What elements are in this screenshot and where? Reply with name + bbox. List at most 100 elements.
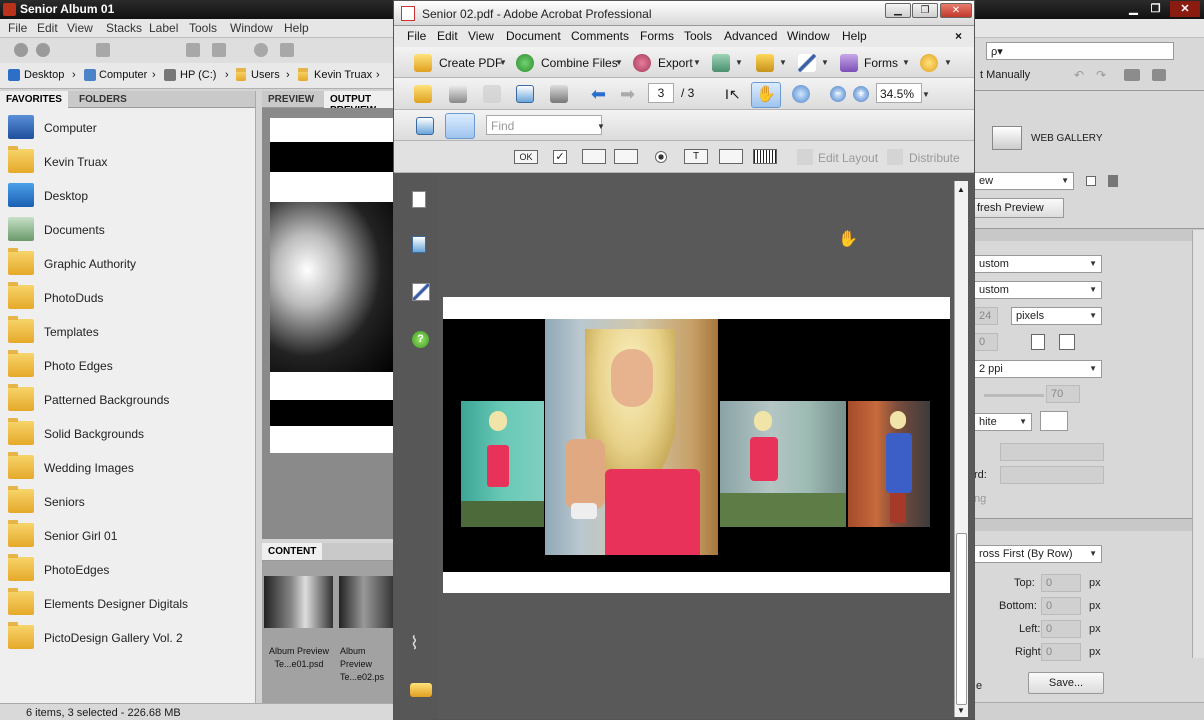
signatures-icon[interactable]	[412, 283, 430, 301]
refine-icon[interactable]	[212, 43, 226, 57]
bridge-menu-edit[interactable]: Edit	[37, 21, 58, 35]
menu-edit[interactable]: Edit	[437, 29, 458, 43]
forms-button[interactable]: Forms	[864, 56, 898, 70]
breadcrumb-desktop[interactable]: Desktop	[24, 69, 64, 81]
print-icon[interactable]	[449, 85, 467, 103]
chevron-down-icon[interactable]: ▼	[902, 58, 910, 67]
bridge-menu-window[interactable]: Window	[230, 21, 273, 35]
bridge-menu-tools[interactable]: Tools	[189, 21, 217, 35]
favorite-item-solid-backgrounds[interactable]: Solid Backgrounds	[8, 418, 248, 449]
scroll-up-icon[interactable]: ▲	[957, 185, 965, 194]
close-icon[interactable]: ✕	[940, 3, 972, 18]
width-field[interactable]: 24	[974, 307, 998, 325]
camera-icon[interactable]	[186, 43, 200, 57]
chevron-down-icon[interactable]: ▼	[499, 58, 507, 67]
delete-style-icon[interactable]	[1108, 175, 1118, 187]
favorite-item-documents[interactable]: Documents	[8, 215, 248, 245]
landscape-icon[interactable]	[1059, 334, 1075, 350]
tab-output-preview[interactable]: OUTPUT PREVIEW	[324, 91, 394, 116]
sign-pen-icon[interactable]	[798, 54, 816, 72]
chevron-down-icon[interactable]: ▼	[944, 58, 952, 67]
delete-icon[interactable]	[1152, 69, 1166, 81]
favorite-item-photoedges[interactable]: PhotoEdges	[8, 554, 248, 585]
menu-document[interactable]: Document	[506, 29, 561, 43]
favorite-item-senior-girl-01[interactable]: Senior Girl 01	[8, 520, 248, 551]
page-number-input[interactable]: 3	[648, 83, 674, 103]
tab-favorites[interactable]: FAVORITES	[0, 91, 68, 108]
radio-button-icon[interactable]	[655, 151, 667, 163]
favorite-item-kevin-truax[interactable]: Kevin Truax	[8, 146, 248, 177]
bridge-menu-stacks[interactable]: Stacks	[106, 21, 142, 35]
distribute-button[interactable]: Distribute	[909, 151, 960, 165]
portrait-icon[interactable]	[1031, 334, 1045, 350]
menu-forms[interactable]: Forms	[640, 29, 674, 43]
export-button[interactable]: Export	[658, 56, 693, 70]
thumbnail-album-preview-1[interactable]	[264, 576, 333, 628]
menu-help[interactable]: Help	[842, 29, 867, 43]
zoom-out-icon[interactable]: −	[830, 86, 846, 102]
back-icon[interactable]	[14, 43, 28, 57]
menu-view[interactable]: View	[468, 29, 494, 43]
refresh-preview-button[interactable]: fresh Preview	[974, 198, 1064, 218]
menu-file[interactable]: File	[407, 29, 426, 43]
sort-label[interactable]: t Manually	[980, 69, 1030, 81]
find-input[interactable]: Find	[486, 115, 602, 135]
pages-icon[interactable]	[412, 191, 426, 208]
help-icon[interactable]: ?	[412, 331, 429, 348]
menu-tools[interactable]: Tools	[684, 29, 712, 43]
size-preset-select[interactable]: ustom	[974, 281, 1102, 299]
bridge-menu-label[interactable]: Label	[149, 21, 178, 35]
save-button[interactable]: Save...	[1028, 672, 1104, 694]
favorite-item-patterned-backgrounds[interactable]: Patterned Backgrounds	[8, 384, 248, 415]
quality-slider[interactable]	[984, 394, 1044, 397]
breadcrumb-drive[interactable]: HP (C:)	[180, 69, 216, 81]
favorite-item-seniors[interactable]: Seniors	[8, 486, 248, 517]
chevron-down-icon[interactable]: ▼	[615, 58, 623, 67]
new-style-icon[interactable]	[1086, 176, 1096, 186]
email-icon[interactable]	[516, 85, 534, 103]
attachments-icon[interactable]: ⌇	[410, 633, 419, 654]
document-preset-select[interactable]: ustom	[974, 255, 1102, 273]
breadcrumb-users[interactable]: Users	[251, 69, 280, 81]
search-binoculars-icon[interactable]	[550, 85, 568, 103]
favorite-item-graphic-authority[interactable]: Graphic Authority	[8, 248, 248, 279]
breadcrumb-computer[interactable]: Computer	[99, 69, 147, 81]
bridge-menu-file[interactable]: File	[8, 21, 27, 35]
web-gallery-icon[interactable]	[992, 126, 1022, 150]
menu-window[interactable]: Window	[787, 29, 830, 43]
signature-field-icon[interactable]	[719, 149, 743, 164]
checkbox-field-icon[interactable]: ✓	[553, 150, 567, 164]
rotate-icon[interactable]	[254, 43, 268, 57]
favorite-item-desktop[interactable]: Desktop	[8, 181, 248, 211]
comments-icon[interactable]	[410, 683, 432, 697]
create-pdf-button[interactable]: Create PDF	[439, 56, 502, 70]
quality-field[interactable]: 70	[1046, 385, 1080, 403]
right-margin-field[interactable]: 0	[1041, 643, 1081, 661]
menu-advanced[interactable]: Advanced	[724, 29, 777, 43]
favorite-item-templates[interactable]: Templates	[8, 316, 248, 347]
favorite-item-computer[interactable]: Computer	[8, 113, 248, 143]
bottom-margin-field[interactable]: 0	[1041, 597, 1081, 615]
confirm-password-field[interactable]	[1000, 466, 1104, 484]
bookmarks-icon[interactable]	[412, 236, 426, 253]
favorite-item-wedding-images[interactable]: Wedding Images	[8, 452, 248, 483]
hand-tool-icon[interactable]: ✋	[751, 82, 781, 108]
select-tool-icon[interactable]: I↖	[725, 85, 743, 103]
panel-scrollbar[interactable]	[1192, 230, 1204, 658]
close-icon[interactable]: ✕	[1170, 1, 1200, 17]
maximize-icon[interactable]: ❐	[1146, 1, 1165, 17]
undo-icon[interactable]: ↶	[1074, 68, 1088, 82]
button-field-icon[interactable]: OK	[514, 150, 538, 164]
bridge-menu-help[interactable]: Help	[284, 21, 309, 35]
tab-content[interactable]: CONTENT	[262, 543, 323, 560]
left-margin-field[interactable]: 0	[1041, 620, 1081, 638]
folder-icon[interactable]	[1124, 69, 1140, 81]
password-field[interactable]	[1000, 443, 1104, 461]
combine-files-button[interactable]: Combine Files	[541, 56, 618, 70]
chevron-down-icon[interactable]: ▼	[821, 58, 829, 67]
menu-comments[interactable]: Comments	[571, 29, 629, 43]
favorite-item-pictodesign-gallery[interactable]: PictoDesign Gallery Vol. 2	[8, 622, 248, 653]
background-select[interactable]: hite	[974, 413, 1032, 431]
chevron-down-icon[interactable]: ▼	[779, 58, 787, 67]
fit-width-icon[interactable]	[445, 113, 475, 139]
